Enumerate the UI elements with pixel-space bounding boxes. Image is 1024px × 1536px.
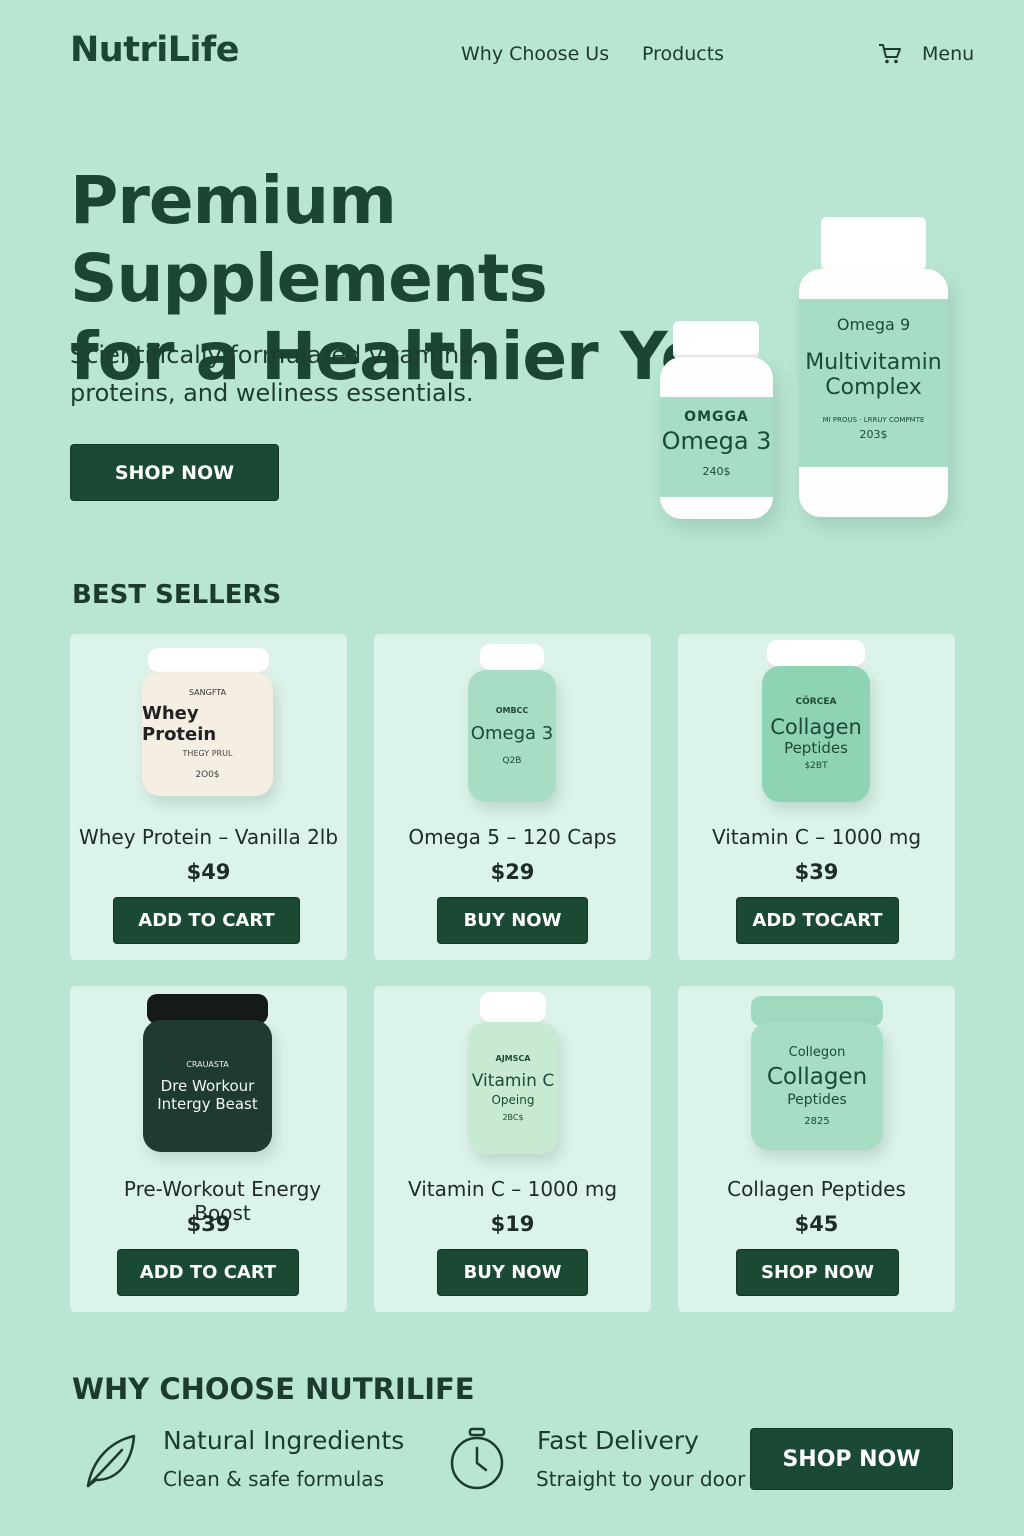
feature-subtitle-natural: Clean & safe formulas bbox=[163, 1467, 384, 1491]
product-image: CÖRCEA Collagen Peptides $2BT bbox=[678, 634, 955, 819]
hero-title-line1: Premium Supplements bbox=[70, 162, 548, 317]
hero-subtitle: Scientifically formulated vitamins. prot… bbox=[70, 336, 540, 412]
jar-label-count: Q2B bbox=[502, 756, 522, 766]
hero-subtitle-line1: Scientifically formulated vitamins. bbox=[70, 341, 480, 369]
jar-label-sub: Intergy Beast bbox=[157, 1094, 258, 1113]
buy-now-button[interactable]: BUY NOW bbox=[437, 897, 588, 944]
omega-3-bottle: OMGGA Omega 3 240$ bbox=[660, 321, 773, 521]
cart-icon[interactable] bbox=[878, 43, 902, 65]
add-to-cart-button[interactable]: ADD TO CART bbox=[117, 1249, 299, 1296]
menu-button[interactable]: Menu bbox=[922, 43, 974, 65]
add-to-cart-button[interactable]: ADD TO CART bbox=[113, 897, 300, 944]
hero-shop-now-button[interactable]: SHOP NOW bbox=[70, 444, 279, 501]
product-card[interactable]: CÖRCEA Collagen Peptides $2BT Vitamin C … bbox=[678, 634, 955, 960]
leaf-icon bbox=[86, 1434, 136, 1488]
feature-title-delivery: Fast Delivery bbox=[537, 1426, 699, 1455]
product-price: $49 bbox=[186, 860, 231, 884]
jar-label-main: Whey Protein bbox=[142, 703, 217, 745]
jar-label-count: 2O0$ bbox=[195, 770, 220, 780]
multivitamin-bottle: Omega 9 Multivitamin Complex MI PROUS · … bbox=[799, 217, 948, 519]
jar-label-top: AJMSCA bbox=[495, 1054, 531, 1063]
product-image: CRAUASTA Dre Workour Intergy Beast bbox=[70, 986, 347, 1171]
product-name[interactable]: Collagen Peptides bbox=[678, 1177, 955, 1201]
bottle-large-label-main1: Multivitamin bbox=[805, 350, 942, 375]
jar-label-top: SANGFTA bbox=[188, 688, 227, 697]
jar-label-main: Collagen bbox=[770, 715, 862, 739]
jar-label-sub: Peptides bbox=[784, 739, 848, 757]
product-card[interactable]: SANGFTA Whey Protein THEGY PRUL 2O0$ Whe… bbox=[70, 634, 347, 960]
jar-label-top: Collegon bbox=[788, 1045, 846, 1060]
best-sellers-heading: BEST SELLERS bbox=[72, 580, 282, 610]
feature-subtitle-delivery: Straight to your door bbox=[536, 1467, 746, 1491]
product-price: $39 bbox=[794, 860, 839, 884]
add-to-cart-button[interactable]: ADD TOCART bbox=[736, 897, 899, 944]
jar-label-main: Omega 3 bbox=[470, 723, 554, 744]
product-card[interactable]: CRAUASTA Dre Workour Intergy Beast Pre-W… bbox=[70, 986, 347, 1312]
buy-now-button[interactable]: BUY NOW bbox=[437, 1249, 588, 1296]
footer-shop-now-button[interactable]: SHOP NOW bbox=[750, 1428, 953, 1490]
bottle-large-label-count: 203$ bbox=[859, 428, 888, 441]
nav-products[interactable]: Products bbox=[642, 43, 724, 65]
product-name[interactable]: Omega 5 – 120 Caps bbox=[374, 825, 651, 849]
jar-label-sub: THEGY PRUL bbox=[182, 749, 233, 758]
product-image: Collegon Collagen Peptides 2825 bbox=[678, 986, 955, 1171]
product-price: $29 bbox=[490, 860, 535, 884]
product-card[interactable]: Collegon Collagen Peptides 2825 Collagen… bbox=[678, 986, 955, 1312]
bottle-large-label-fine: MI PROUS · LRRUY COMPMTE bbox=[822, 416, 925, 424]
jar-label-main: Collagen bbox=[766, 1064, 868, 1090]
logo[interactable]: NutriLife bbox=[70, 30, 239, 70]
jar-label-sub: Opeing bbox=[491, 1093, 535, 1107]
jar-label-count: 2825 bbox=[804, 1116, 830, 1127]
stopwatch-icon bbox=[450, 1427, 504, 1490]
jar-label-top: OMBCC bbox=[495, 706, 529, 715]
bottle-small-label-count: 240$ bbox=[702, 465, 731, 478]
product-name[interactable]: Vitamin C – 1000 mg bbox=[374, 1177, 651, 1201]
jar-label-count: 2BC$ bbox=[502, 1113, 524, 1122]
product-image: SANGFTA Whey Protein THEGY PRUL 2O0$ bbox=[70, 634, 347, 819]
bottle-small-label-main: Omega 3 bbox=[661, 427, 772, 455]
jar-label-main: Vitamin C bbox=[471, 1071, 555, 1091]
product-name[interactable]: Vitamin C – 1000 mg bbox=[678, 825, 955, 849]
jar-label-count: $2BT bbox=[804, 761, 828, 771]
product-card[interactable]: OMBCC Omega 3 Q2B Omega 5 – 120 Caps $29… bbox=[374, 634, 651, 960]
jar-label-main: Dre Workour bbox=[160, 1076, 255, 1095]
product-card[interactable]: AJMSCA Vitamin C Opeing 2BC$ Vitamin C –… bbox=[374, 986, 651, 1312]
product-price: $39 bbox=[186, 1212, 231, 1236]
bottle-large-label-top: Omega 9 bbox=[836, 315, 911, 334]
shop-now-button[interactable]: SHOP NOW bbox=[736, 1249, 899, 1296]
why-choose-heading: WHY CHOOSE NUTRILIFE bbox=[72, 1372, 475, 1406]
product-price: $45 bbox=[794, 1212, 839, 1236]
nav-why-choose-us[interactable]: Why Choose Us bbox=[461, 43, 609, 65]
jar-label-top: CÖRCEA bbox=[795, 697, 837, 707]
feature-title-natural: Natural Ingredients bbox=[163, 1426, 405, 1455]
jar-label-sub: Peptides bbox=[787, 1092, 847, 1108]
product-price: $19 bbox=[490, 1212, 535, 1236]
product-image: AJMSCA Vitamin C Opeing 2BC$ bbox=[374, 986, 651, 1171]
product-image: OMBCC Omega 3 Q2B bbox=[374, 634, 651, 819]
product-name[interactable]: Whey Protein – Vanilla 2lb bbox=[70, 825, 347, 849]
bottle-small-label-top: OMGGA bbox=[684, 409, 749, 425]
bottle-large-label-main2: Complex bbox=[825, 375, 922, 400]
hero-subtitle-line2: proteins, and weliness essentials. bbox=[70, 379, 474, 407]
jar-label-top: CRAUASTA bbox=[186, 1059, 229, 1069]
